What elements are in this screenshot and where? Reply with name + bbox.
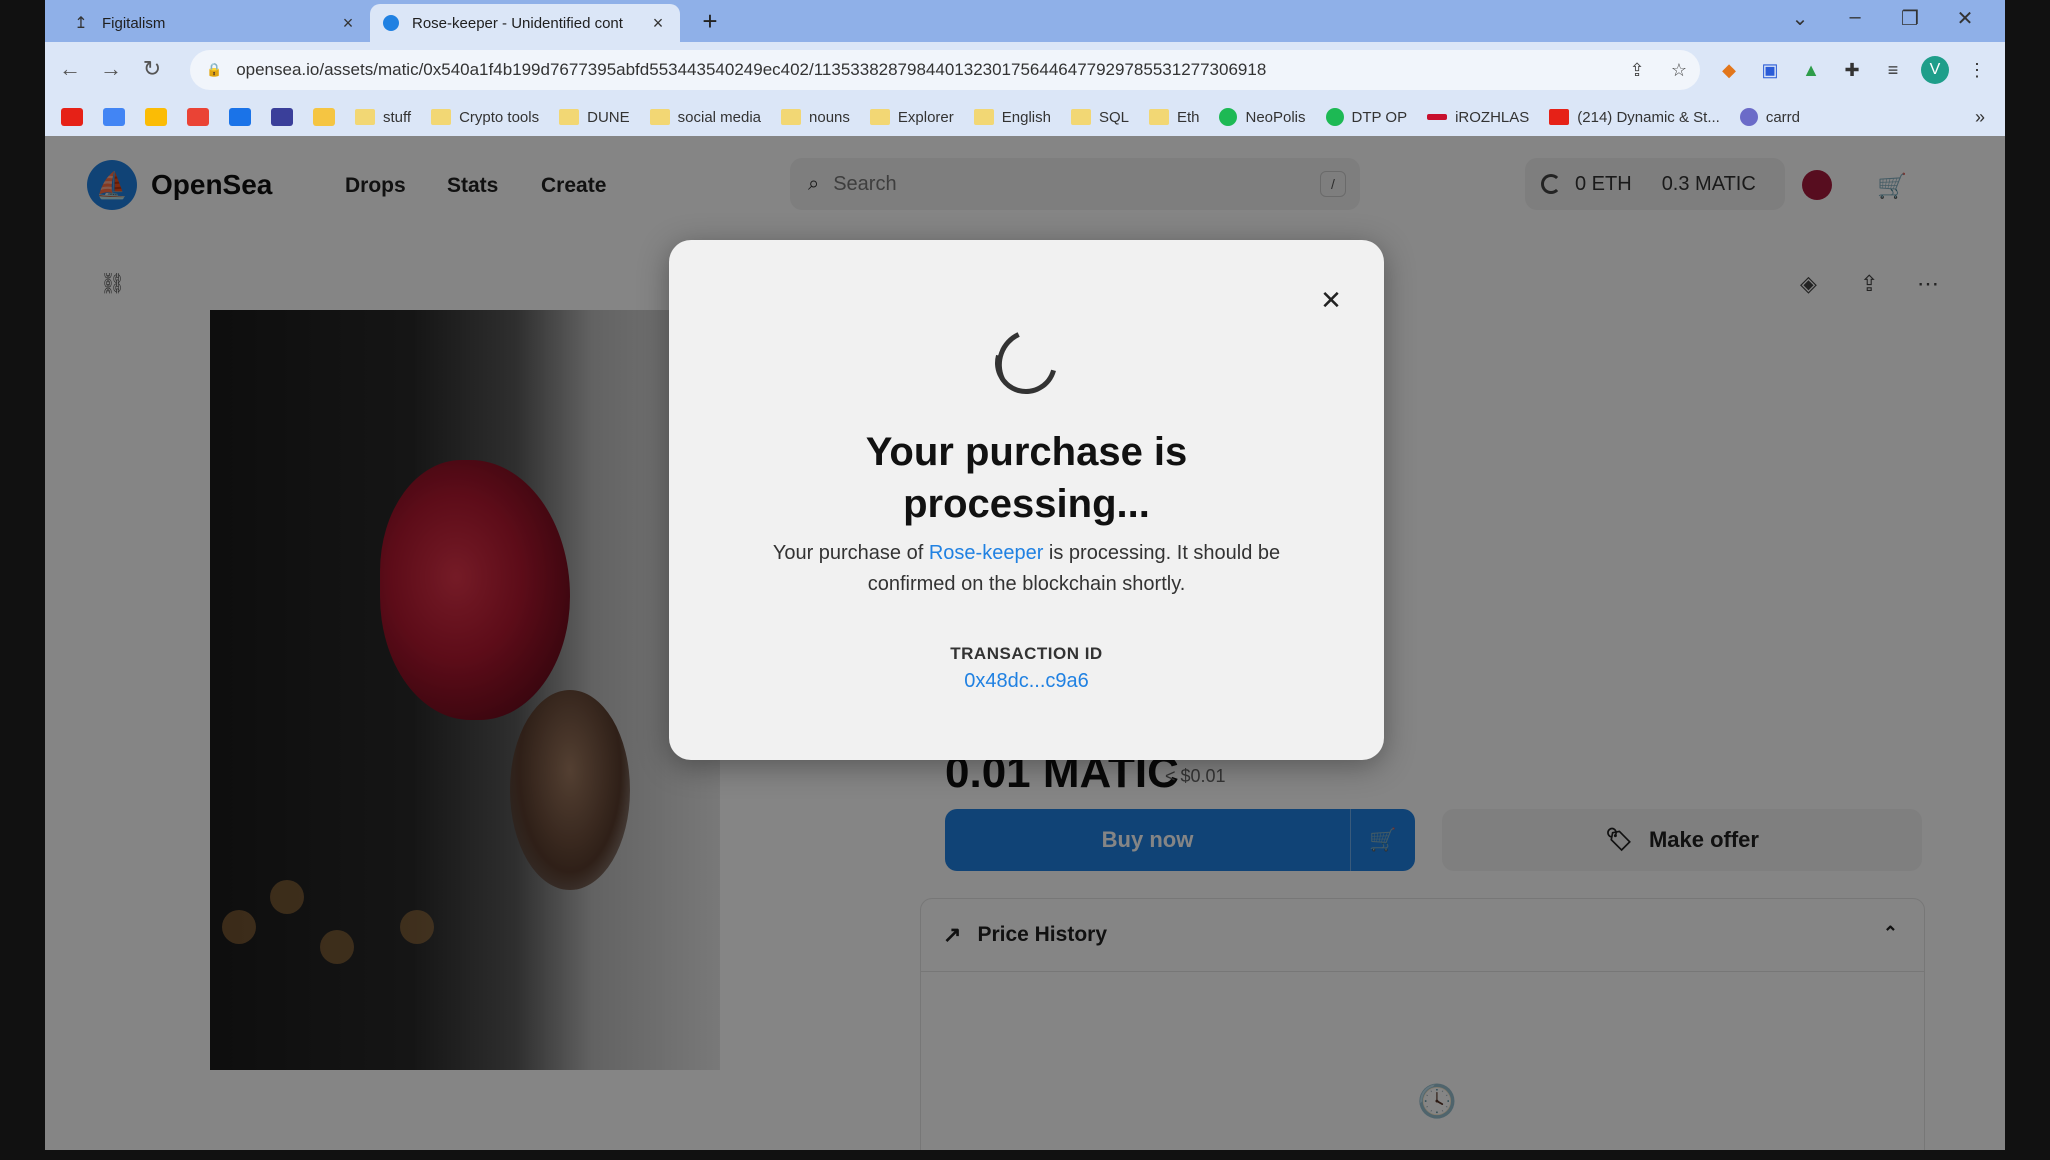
address-bar[interactable]: 🔒 opensea.io/assets/matic/0x540a1f4b199d…	[190, 50, 1700, 90]
bookmark-youtube-dynamic[interactable]: (214) Dynamic & St...	[1549, 109, 1720, 126]
irozhlas-icon	[1427, 114, 1448, 120]
loading-spinner-icon	[983, 320, 1069, 406]
desc-prefix: Your purchase of	[772, 542, 929, 564]
bookmark-eth[interactable]: Eth	[1148, 109, 1199, 126]
bookmark-crypto-tools[interactable]: Crypto tools	[431, 109, 539, 126]
gmail-bookmark-icon[interactable]	[187, 108, 209, 126]
reading-list-icon[interactable]: ≡	[1881, 58, 1905, 82]
folder-icon	[1070, 109, 1091, 125]
bookmark-stuff[interactable]: stuff	[355, 109, 411, 126]
minimize-icon[interactable]: –	[1835, 6, 1875, 29]
forward-icon[interactable]: →	[96, 56, 126, 82]
google-bookmark-icon[interactable]	[145, 108, 167, 126]
transaction-id-link[interactable]: 0x48dc...c9a6	[669, 670, 1384, 693]
tab-title: Rose-keeper - Unidentified cont	[412, 14, 623, 32]
bookmark-dune[interactable]: DUNE	[559, 109, 630, 126]
carrd-icon	[1739, 108, 1758, 126]
bookmark-dtp-op[interactable]: DTP OP	[1325, 108, 1407, 126]
item-link[interactable]: Rose-keeper	[929, 542, 1044, 564]
figitalism-favicon-icon: ↥	[74, 15, 88, 32]
folder-icon	[781, 109, 802, 125]
dtp-icon	[1325, 108, 1344, 126]
folder-icon	[559, 109, 580, 125]
bookmark-english[interactable]: English	[973, 109, 1051, 126]
folder-icon	[649, 109, 670, 125]
tab-figitalism[interactable]: ↥ Figitalism ×	[60, 4, 370, 42]
folder-icon	[355, 109, 375, 125]
tab-title: Figitalism	[102, 14, 166, 32]
tab-strip: ↥ Figitalism × Rose-keeper - Unidentifie…	[45, 0, 2005, 42]
restore-icon[interactable]: ❐	[1890, 6, 1930, 31]
bookmark-star-icon[interactable]: ☆	[1658, 60, 1700, 81]
transaction-id-label: TRANSACTION ID	[950, 644, 1103, 663]
extensions-puzzle-icon[interactable]: ✚	[1840, 58, 1864, 82]
folder-icon	[1148, 109, 1169, 125]
browser-toolbar: ← → ↻ 🔒 opensea.io/assets/matic/0x540a1f…	[45, 42, 2005, 98]
youtube-bookmark-icon[interactable]	[61, 108, 83, 126]
bookmark-irozhlas[interactable]: iROZHLAS	[1427, 109, 1529, 126]
youtube-icon	[1549, 109, 1570, 125]
bookmark-social-media[interactable]: social media	[649, 109, 761, 126]
folder-icon	[973, 109, 994, 125]
neopolis-icon	[1219, 108, 1238, 126]
bookmark-sql[interactable]: SQL	[1070, 109, 1129, 126]
url-text: opensea.io/assets/matic/0x540a1f4b199d76…	[236, 60, 1267, 79]
tab-rose-keeper[interactable]: Rose-keeper - Unidentified cont ×	[370, 4, 680, 42]
docs-bookmark-icon[interactable]	[103, 108, 125, 126]
bookmark-icon[interactable]	[271, 108, 293, 126]
folder-icon	[869, 109, 890, 125]
calendar-bookmark-icon[interactable]	[229, 108, 251, 126]
reload-icon[interactable]: ↻	[137, 56, 167, 82]
metamask-extension-icon[interactable]: ◆	[1717, 58, 1741, 82]
bookmark-explorer[interactable]: Explorer	[869, 109, 954, 126]
close-window-icon[interactable]: ✕	[1945, 6, 1985, 31]
modal-title-text: Your purchase is processing...	[865, 430, 1188, 526]
profile-avatar[interactable]: V	[1921, 56, 1949, 84]
bookmark-icon[interactable]	[313, 108, 335, 126]
share-icon[interactable]: ⇪	[1616, 60, 1658, 81]
menu-kebab-icon[interactable]: ⋮	[1965, 58, 1989, 82]
lock-icon: 🔒	[206, 62, 223, 77]
bookmark-neopolis[interactable]: NeoPolis	[1219, 108, 1306, 126]
back-icon[interactable]: ←	[55, 56, 85, 82]
extension-icon[interactable]: ▲	[1799, 58, 1823, 82]
new-tab-button[interactable]: +	[695, 6, 725, 37]
folder-icon	[431, 109, 452, 125]
modal-title: Your purchase is processing...	[669, 426, 1384, 530]
modal-description: Your purchase of Rose-keeper is processi…	[729, 538, 1324, 600]
close-tab-icon[interactable]: ×	[648, 13, 668, 34]
bookmark-carrd[interactable]: carrd	[1739, 108, 1800, 126]
more-bookmarks-icon[interactable]: »	[1975, 107, 1985, 128]
close-tab-icon[interactable]: ×	[338, 13, 358, 34]
opensea-favicon-icon	[382, 14, 400, 32]
browser-window: ↥ Figitalism × Rose-keeper - Unidentifie…	[45, 0, 2005, 1150]
bookmark-nouns[interactable]: nouns	[781, 109, 850, 126]
tab-search-icon[interactable]: ⌄	[1780, 6, 1820, 31]
purchase-processing-modal: ✕ Your purchase is processing... Your pu…	[669, 240, 1384, 760]
extension-icon[interactable]: ▣	[1758, 58, 1782, 82]
close-modal-icon[interactable]: ✕	[1313, 282, 1349, 318]
bookmarks-bar: stuff Crypto tools DUNE social media nou…	[45, 98, 2005, 136]
